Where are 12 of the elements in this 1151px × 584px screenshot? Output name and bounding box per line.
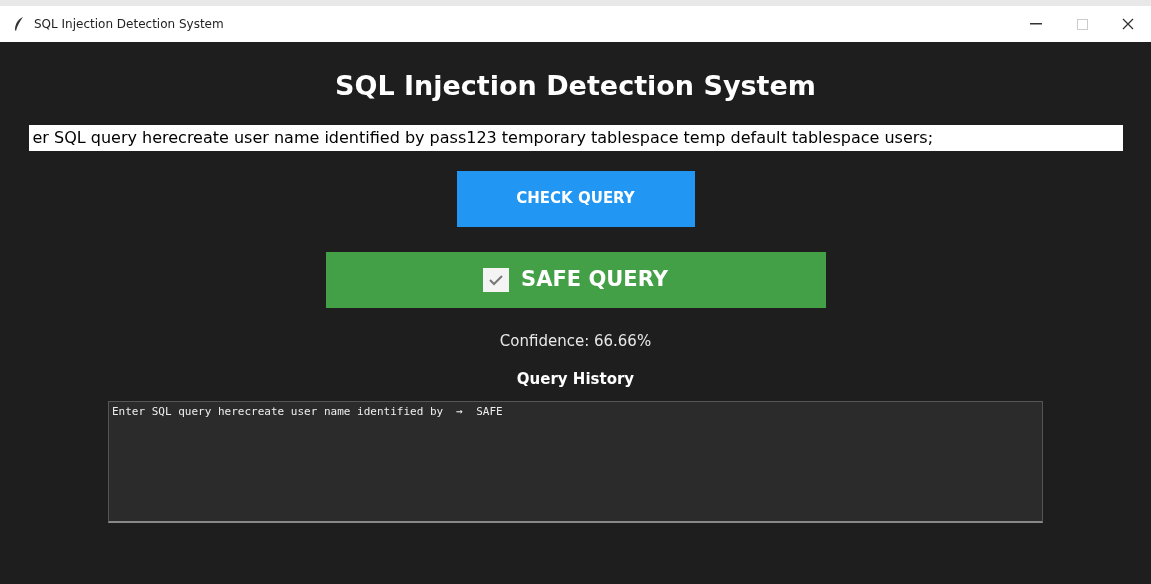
- history-entry: Enter SQL query herecreate user name identified by → SAFE: [112, 403, 504, 420]
- history-title: Query History: [516, 369, 635, 390]
- app-heading: SQL Injection Detection System: [335, 69, 816, 103]
- confidence-text: Confidence: 66.66%: [499, 330, 652, 352]
- minimize-icon: [1030, 23, 1042, 25]
- maximize-icon: [1076, 18, 1088, 30]
- result-text: SAFE QUERY: [521, 265, 668, 293]
- window-title: SQL Injection Detection System: [34, 16, 224, 33]
- checkmark-icon: [483, 267, 510, 292]
- query-input-field[interactable]: er SQL query herecreate user name identified by pass123 temporary tablespace temp default tablespace users;: [28, 124, 1123, 151]
- feather-icon: [14, 17, 24, 31]
- close-icon: [1122, 18, 1134, 30]
